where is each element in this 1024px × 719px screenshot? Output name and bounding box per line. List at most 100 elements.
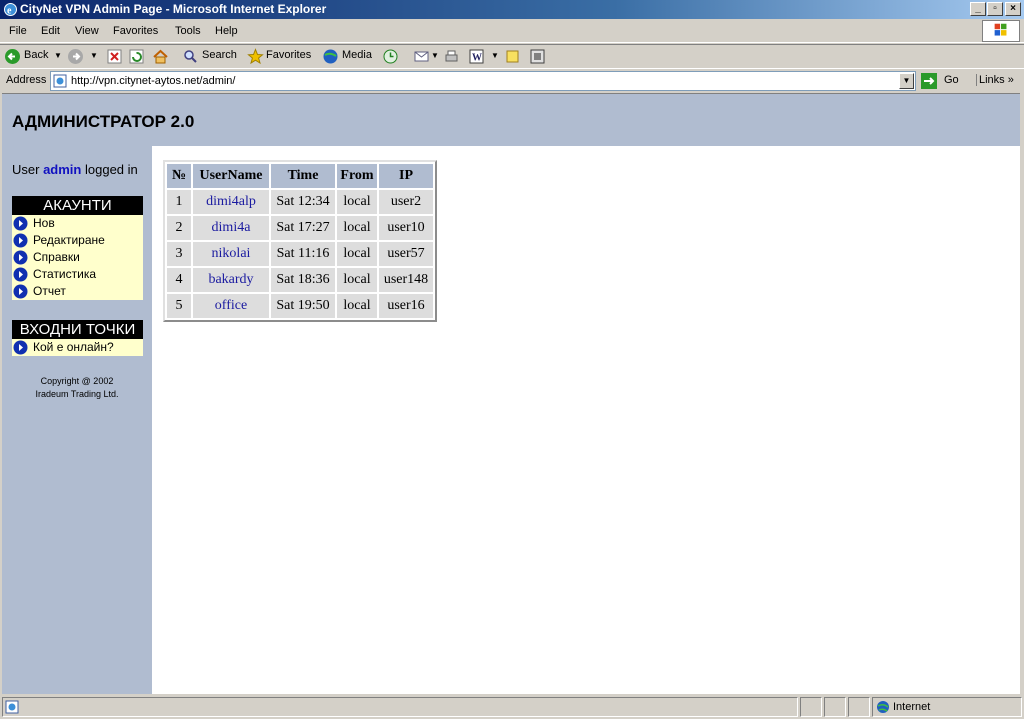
search-button[interactable]: Search [202,49,237,61]
menu-help[interactable]: Help [215,25,238,37]
cell-username-link[interactable]: office [193,294,269,318]
favorites-button[interactable]: Favorites [266,49,311,61]
menu-tools[interactable]: Tools [175,25,201,37]
cell-ip: user57 [379,242,433,266]
mail-dropdown-icon[interactable]: ▼ [431,51,439,60]
messenger-icon[interactable] [529,48,546,65]
page-header: АДМИНИСТРАТОР 2.0 [2,94,1022,146]
cell-username-link[interactable]: bakardy [193,268,269,292]
arrow-bullet-icon [13,340,28,355]
sidebar: User admin logged in АКАУНТИ Нов Редакти… [2,146,152,694]
cell-ip: user16 [379,294,433,318]
status-progress-cell [800,697,822,717]
windows-logo-icon [982,20,1020,42]
cell-ip: user2 [379,190,433,214]
sidebar-item-new[interactable]: Нов [12,215,143,232]
sidebar-item-label: Статистика [33,267,97,281]
back-button[interactable]: Back [24,49,48,61]
sidebar-item-statistics[interactable]: Статистика [12,266,143,283]
cell-number: 1 [167,190,191,214]
column-header-ip: IP [379,164,433,188]
sidebar-item-label: Отчет [33,284,66,298]
cell-from: local [337,294,377,318]
sidebar-item-label: Кой е онлайн? [33,340,114,354]
go-arrow-icon [921,73,937,89]
go-label: Go [944,74,959,86]
login-user[interactable]: admin [43,162,81,177]
status-message-area [2,697,798,717]
title-bar[interactable]: e CityNet VPN Admin Page - Microsoft Int… [0,0,1024,19]
mail-icon[interactable] [413,48,430,65]
close-button[interactable]: × [1005,2,1021,16]
cell-username-link[interactable]: nikolai [193,242,269,266]
sidebar-item-reports[interactable]: Справки [12,249,143,266]
globe-icon [877,701,889,713]
status-privacy-cell [848,697,870,717]
entry-points-section-title: ВХОДНИ ТОЧКИ [12,320,143,339]
menu-edit[interactable]: Edit [41,25,60,37]
cell-from: local [337,268,377,292]
forward-arrow-icon[interactable] [67,48,84,65]
table-row: 4 bakardy Sat 18:36 local user148 [167,268,433,292]
favorites-star-icon[interactable] [247,48,264,65]
cell-ip: user148 [379,268,433,292]
cell-username-link[interactable]: dimi4a [193,216,269,240]
accounts-menu: Нов Редактиране Справки Статистика Отчет [12,215,143,300]
refresh-icon[interactable] [128,48,145,65]
cell-number: 3 [167,242,191,266]
cell-time: Sat 19:50 [271,294,335,318]
media-button[interactable]: Media [342,49,372,61]
cell-number: 5 [167,294,191,318]
word-edit-icon[interactable]: W [468,48,485,65]
sidebar-item-report[interactable]: Отчет [12,283,143,300]
arrow-bullet-icon [13,250,28,265]
menu-favorites[interactable]: Favorites [113,25,158,37]
discuss-note-icon[interactable] [504,48,521,65]
print-icon[interactable] [443,48,460,65]
history-icon[interactable] [382,48,399,65]
menu-file[interactable]: File [9,25,27,37]
edit-dropdown-icon[interactable]: ▼ [491,51,499,60]
maximize-button[interactable]: ▫ [987,2,1003,16]
stop-icon[interactable] [106,48,123,65]
chevron-right-icon: » [1007,74,1014,86]
cell-username-link[interactable]: dimi4alp [193,190,269,214]
cell-number: 2 [167,216,191,240]
sidebar-item-label: Справки [33,250,80,264]
arrow-bullet-icon [13,233,28,248]
arrow-bullet-icon [13,284,28,299]
sidebar-item-who-online[interactable]: Кой е онлайн? [12,339,143,356]
media-icon[interactable] [322,48,339,65]
back-dropdown-icon[interactable]: ▼ [54,51,62,60]
links-button[interactable]: Links » [976,74,1014,86]
address-bar: Address ▼ Go Links » [0,68,1024,92]
window-title: CityNet VPN Admin Page - Microsoft Inter… [20,2,327,16]
address-input[interactable] [50,71,916,91]
copyright-line: Copyright @ 2002 [40,376,114,386]
copyright: Copyright @ 2002 Iradeum Trading Ltd. [2,375,152,401]
status-lock-cell [824,697,846,717]
address-dropdown-icon[interactable]: ▼ [899,73,914,89]
minimize-button[interactable]: _ [970,2,986,16]
status-zone-cell[interactable]: Internet [872,697,1022,717]
login-status: User admin logged in [12,162,138,177]
table-row: 5 office Sat 19:50 local user16 [167,294,433,318]
sidebar-item-edit[interactable]: Редактиране [12,232,143,249]
menu-bar: File Edit View Favorites Tools Help [0,19,1024,43]
cell-time: Sat 11:16 [271,242,335,266]
arrow-bullet-icon [13,216,28,231]
status-bar: Internet [0,696,1024,719]
home-icon[interactable] [152,48,169,65]
sidebar-item-label: Редактиране [33,233,105,247]
cell-time: Sat 12:34 [271,190,335,214]
back-arrow-icon[interactable] [4,48,21,65]
table-row: 1 dimi4alp Sat 12:34 local user2 [167,190,433,214]
search-icon[interactable] [182,48,199,65]
column-header-number: № [167,164,191,188]
menu-view[interactable]: View [75,25,99,37]
cell-ip: user10 [379,216,433,240]
cell-number: 4 [167,268,191,292]
go-button[interactable]: Go [920,72,968,90]
forward-dropdown-icon[interactable]: ▼ [90,51,98,60]
arrow-bullet-icon [13,267,28,282]
